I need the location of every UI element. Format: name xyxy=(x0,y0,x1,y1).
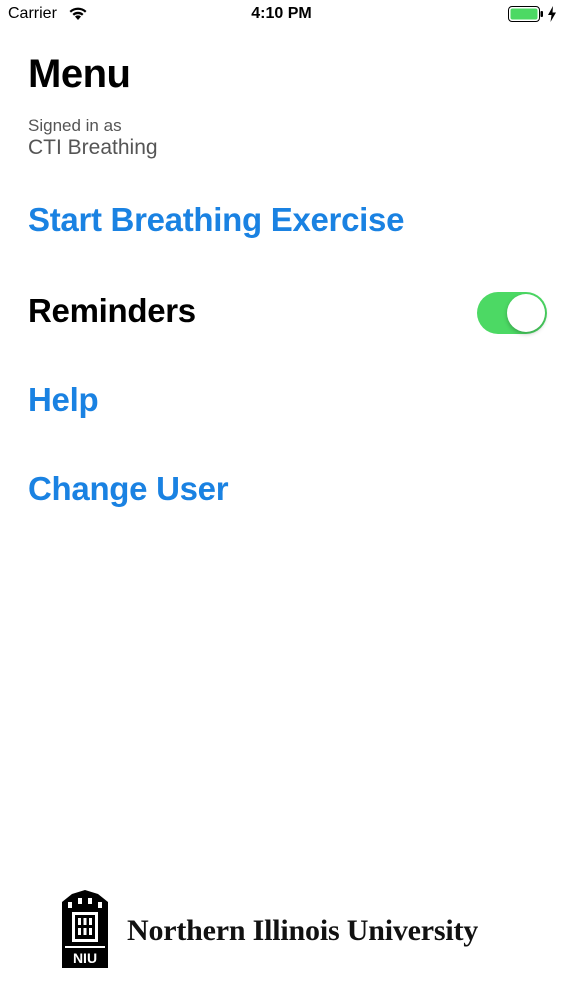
change-user-button[interactable]: Change User xyxy=(28,470,229,508)
niu-logo-icon: NIU xyxy=(62,890,108,968)
status-bar: Carrier 4:10 PM xyxy=(0,0,563,30)
page-title: Menu xyxy=(28,52,131,96)
svg-text:NIU: NIU xyxy=(73,950,97,966)
help-button[interactable]: Help xyxy=(28,381,99,419)
status-time: 4:10 PM xyxy=(251,5,312,22)
charging-bolt-icon xyxy=(548,6,556,22)
university-name: Northern Illinois University xyxy=(127,914,479,947)
signed-in-username: CTI Breathing xyxy=(28,136,158,159)
menu-screen: Carrier 4:10 PM Menu Signed in as CTI Br… xyxy=(0,0,563,1000)
reminders-label: Reminders xyxy=(28,292,196,329)
university-footer: NIU Northern Illinois University xyxy=(60,888,520,973)
signed-in-label: Signed in as xyxy=(28,116,122,135)
toggle-knob xyxy=(507,294,545,332)
start-breathing-exercise-button[interactable]: Start Breathing Exercise xyxy=(28,201,404,239)
reminders-toggle[interactable] xyxy=(477,292,547,334)
battery-full-icon xyxy=(508,6,543,22)
